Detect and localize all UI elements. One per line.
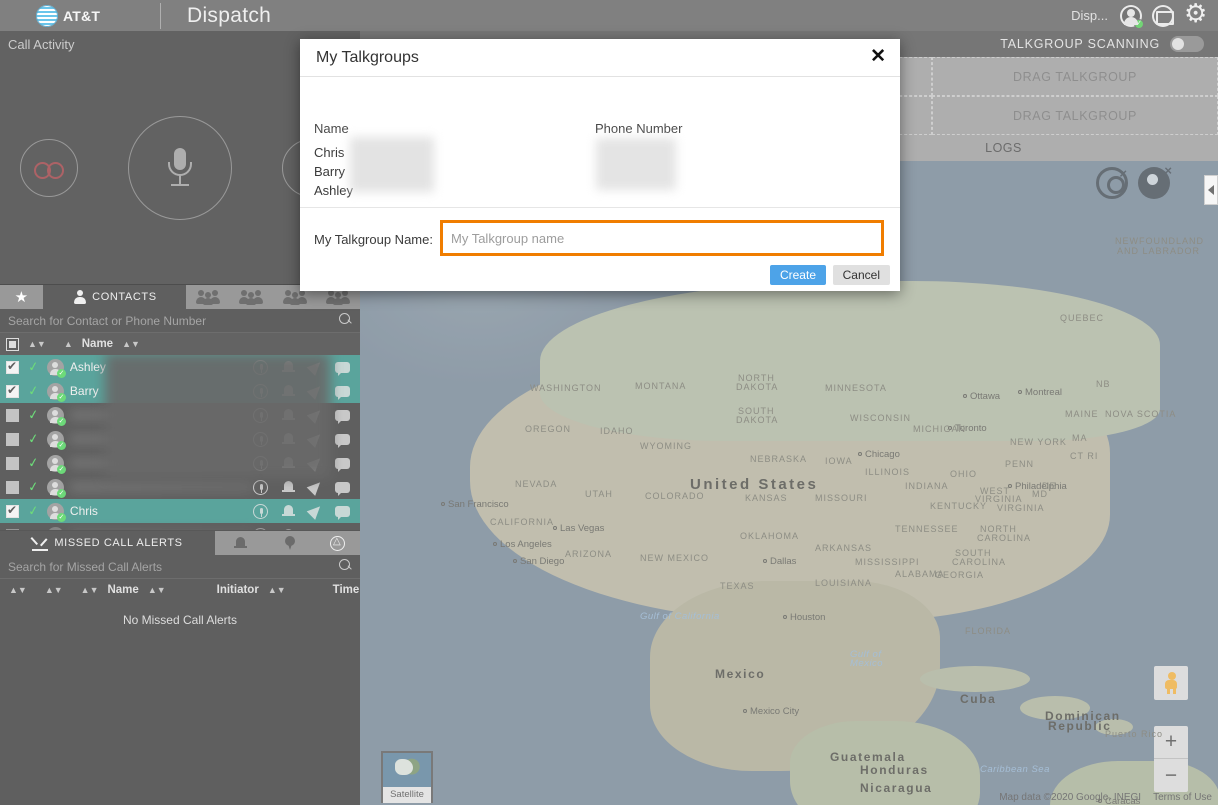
redacted-names <box>350 137 434 192</box>
close-icon[interactable]: ✕ <box>870 47 886 67</box>
member-name: Barry <box>314 164 346 179</box>
talkgroup-name-label: My Talkgroup Name: <box>314 232 433 247</box>
my-talkgroups-dialog: My Talkgroups ✕ Name Phone Number Chris … <box>300 39 900 291</box>
dialog-footer: My Talkgroup Name: Create Cancel <box>300 207 900 290</box>
column-header-name: Name <box>314 121 349 136</box>
redacted-phone-numbers <box>596 138 676 190</box>
member-name: Ashley <box>314 183 354 198</box>
column-header-phone: Phone Number <box>595 121 683 136</box>
dialog-header: My Talkgroups ✕ <box>300 39 900 77</box>
create-button[interactable]: Create <box>769 265 826 285</box>
talkgroup-name-input[interactable] <box>440 220 884 256</box>
dialog-body: Name Phone Number Chris Barry Ashley <box>300 77 900 207</box>
dialog-title: My Talkgroups <box>316 49 419 66</box>
dispatch-app: AT&T Dispatch Disp... ✓ Call Activity <box>0 0 1218 805</box>
member-name: Chris <box>314 145 345 160</box>
cancel-button[interactable]: Cancel <box>832 265 890 285</box>
